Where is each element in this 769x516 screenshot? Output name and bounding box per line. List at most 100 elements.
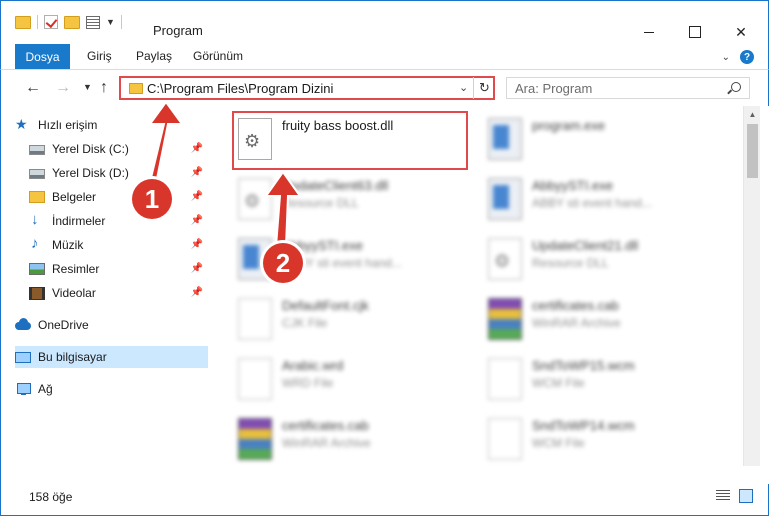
- folder-icon: [129, 83, 143, 94]
- pin-icon[interactable]: 📌: [191, 263, 203, 274]
- address-path[interactable]: C:\Program Files\Program Dizini: [147, 81, 333, 96]
- help-icon[interactable]: ?: [740, 50, 754, 64]
- file-name: certificates.cab: [532, 298, 619, 313]
- file-item[interactable]: Arabic.wrd WRD File: [230, 354, 470, 406]
- dll-file-icon: [488, 238, 522, 280]
- star-icon: [15, 116, 31, 133]
- file-item[interactable]: DefaultFont.cjk CJK File: [230, 294, 470, 346]
- sidebar-item-label: OneDrive: [38, 318, 89, 332]
- minimize-button[interactable]: [626, 19, 672, 45]
- sidebar-item-label: Resimler: [52, 262, 100, 276]
- file-item[interactable]: UpdateClient21.dll Resource DLL: [480, 234, 720, 286]
- tab-home[interactable]: Giriş: [87, 49, 112, 63]
- file-type: WinRAR Archive: [282, 436, 371, 450]
- file-item[interactable]: AbbyySTI.exe ABBY sti event hand...: [480, 174, 720, 226]
- file-type: Resource DLL: [532, 256, 609, 270]
- up-arrow-icon[interactable]: ↑: [100, 79, 108, 97]
- file-name: UpdateClient63.dll: [282, 178, 389, 193]
- sidebar-item-pictures[interactable]: Resimler 📌: [29, 258, 207, 280]
- file-type: WRD File: [282, 376, 334, 390]
- drive-icon: [29, 169, 45, 179]
- documents-icon: [29, 191, 45, 203]
- maximize-button[interactable]: [672, 19, 718, 45]
- sidebar-item-documents[interactable]: Belgeler 📌: [29, 186, 207, 208]
- sidebar-item-music[interactable]: Müzik 📌: [29, 234, 207, 256]
- address-bar[interactable]: C:\Program Files\Program Dizini ⌄ ↻: [119, 76, 495, 100]
- sidebar-item-label: İndirmeler: [52, 214, 106, 228]
- search-icon[interactable]: [731, 82, 741, 92]
- file-type: WCM File: [532, 436, 585, 450]
- file-name: DefaultFont.cjk: [282, 298, 369, 313]
- sidebar-item-label: Müzik: [52, 238, 84, 252]
- sidebar-item-onedrive[interactable]: OneDrive: [15, 314, 207, 336]
- scrollbar-thumb[interactable]: [747, 124, 758, 178]
- search-input[interactable]: [515, 80, 715, 96]
- forward-arrow-icon[interactable]: →: [55, 79, 71, 97]
- annotation-marker-2: 2: [263, 243, 303, 283]
- file-item[interactable]: certificates.cab WinRAR Archive: [480, 294, 720, 346]
- sidebar-item-local-disk-d[interactable]: Yerel Disk (D:) 📌: [29, 162, 207, 184]
- recent-locations-chevron-icon[interactable]: ▼: [83, 82, 92, 92]
- sidebar-item-videos[interactable]: Videolar 📌: [29, 282, 207, 304]
- pin-icon[interactable]: 📌: [191, 215, 203, 226]
- tab-view[interactable]: Görünüm: [193, 49, 243, 63]
- download-icon: [29, 211, 45, 228]
- customize-toolbar-dropdown-icon[interactable]: ▼: [106, 17, 115, 27]
- highlight-box: [232, 111, 468, 170]
- sidebar-item-local-disk-c[interactable]: Yerel Disk (C:) 📌: [29, 138, 207, 160]
- file-name: Arabic.wrd: [282, 358, 344, 373]
- refresh-icon[interactable]: ↻: [473, 77, 495, 99]
- document-file-icon: [488, 358, 522, 400]
- sidebar-item-network[interactable]: Ağ: [15, 378, 207, 400]
- expand-ribbon-chevron-icon[interactable]: ⌄: [722, 52, 730, 63]
- archive-file-icon: [488, 298, 522, 340]
- file-type: WCM File: [532, 376, 585, 390]
- tab-file[interactable]: Dosya: [15, 44, 70, 69]
- sidebar-item-label: Yerel Disk (C:): [52, 142, 129, 156]
- status-bar: 158 öğe: [0, 484, 769, 516]
- address-dropdown-icon[interactable]: ⌄: [459, 81, 468, 94]
- scroll-up-arrow-icon[interactable]: ▲: [744, 106, 761, 122]
- sidebar-item-this-pc[interactable]: Bu bilgisayar: [15, 346, 208, 368]
- search-box[interactable]: [506, 77, 750, 99]
- file-item[interactable]: UpdateClient63.dll Resource DLL: [230, 174, 470, 226]
- file-type: ABBY sti event hand...: [532, 196, 652, 210]
- videos-icon: [29, 286, 45, 300]
- tab-share[interactable]: Paylaş: [136, 49, 172, 63]
- network-icon: [15, 382, 31, 396]
- sidebar-item-quick-access[interactable]: Hızlı erişim: [15, 114, 207, 136]
- file-type: Resource DLL: [282, 196, 359, 210]
- file-item[interactable]: program.exe: [480, 114, 720, 166]
- pin-icon[interactable]: 📌: [191, 143, 203, 154]
- onedrive-cloud-icon: [15, 318, 31, 332]
- sidebar-item-label: Yerel Disk (D:): [52, 166, 129, 180]
- large-icons-view-icon[interactable]: [739, 489, 753, 503]
- file-type: CJK File: [282, 316, 328, 330]
- sidebar-item-label: Videolar: [52, 286, 96, 300]
- new-folder-icon[interactable]: [64, 15, 80, 29]
- pin-icon[interactable]: 📌: [191, 287, 203, 298]
- close-button[interactable]: ✕: [718, 19, 764, 45]
- details-view-icon[interactable]: [716, 490, 730, 502]
- sidebar-item-downloads[interactable]: İndirmeler 📌: [29, 210, 207, 232]
- ribbon-tabs: Dosya Giriş Paylaş Görünüm ⌄ ?: [0, 44, 769, 70]
- vertical-scrollbar[interactable]: ▲: [743, 106, 760, 466]
- properties-check-icon[interactable]: [44, 15, 58, 29]
- file-name: SndToWP15.wcm: [532, 358, 635, 373]
- separator: [120, 15, 122, 29]
- document-file-icon: [488, 418, 522, 460]
- pin-icon[interactable]: 📌: [191, 239, 203, 250]
- back-arrow-icon[interactable]: ←: [25, 79, 41, 97]
- pictures-icon: [29, 263, 45, 275]
- file-item[interactable]: SndToWP14.wcm WCM File: [480, 414, 720, 466]
- file-name: certificates.cab: [282, 418, 369, 433]
- sidebar-item-label: Hızlı erişim: [38, 118, 98, 132]
- pin-icon[interactable]: 📌: [191, 191, 203, 202]
- item-count: 158 öğe: [29, 490, 73, 504]
- file-item[interactable]: certificates.cab WinRAR Archive: [230, 414, 470, 466]
- file-item[interactable]: SndToWP15.wcm WCM File: [480, 354, 720, 406]
- annotation-marker-1: 1: [132, 179, 172, 219]
- pin-icon[interactable]: 📌: [191, 167, 203, 178]
- window-title: Program: [153, 23, 203, 38]
- properties-icon[interactable]: [86, 15, 100, 29]
